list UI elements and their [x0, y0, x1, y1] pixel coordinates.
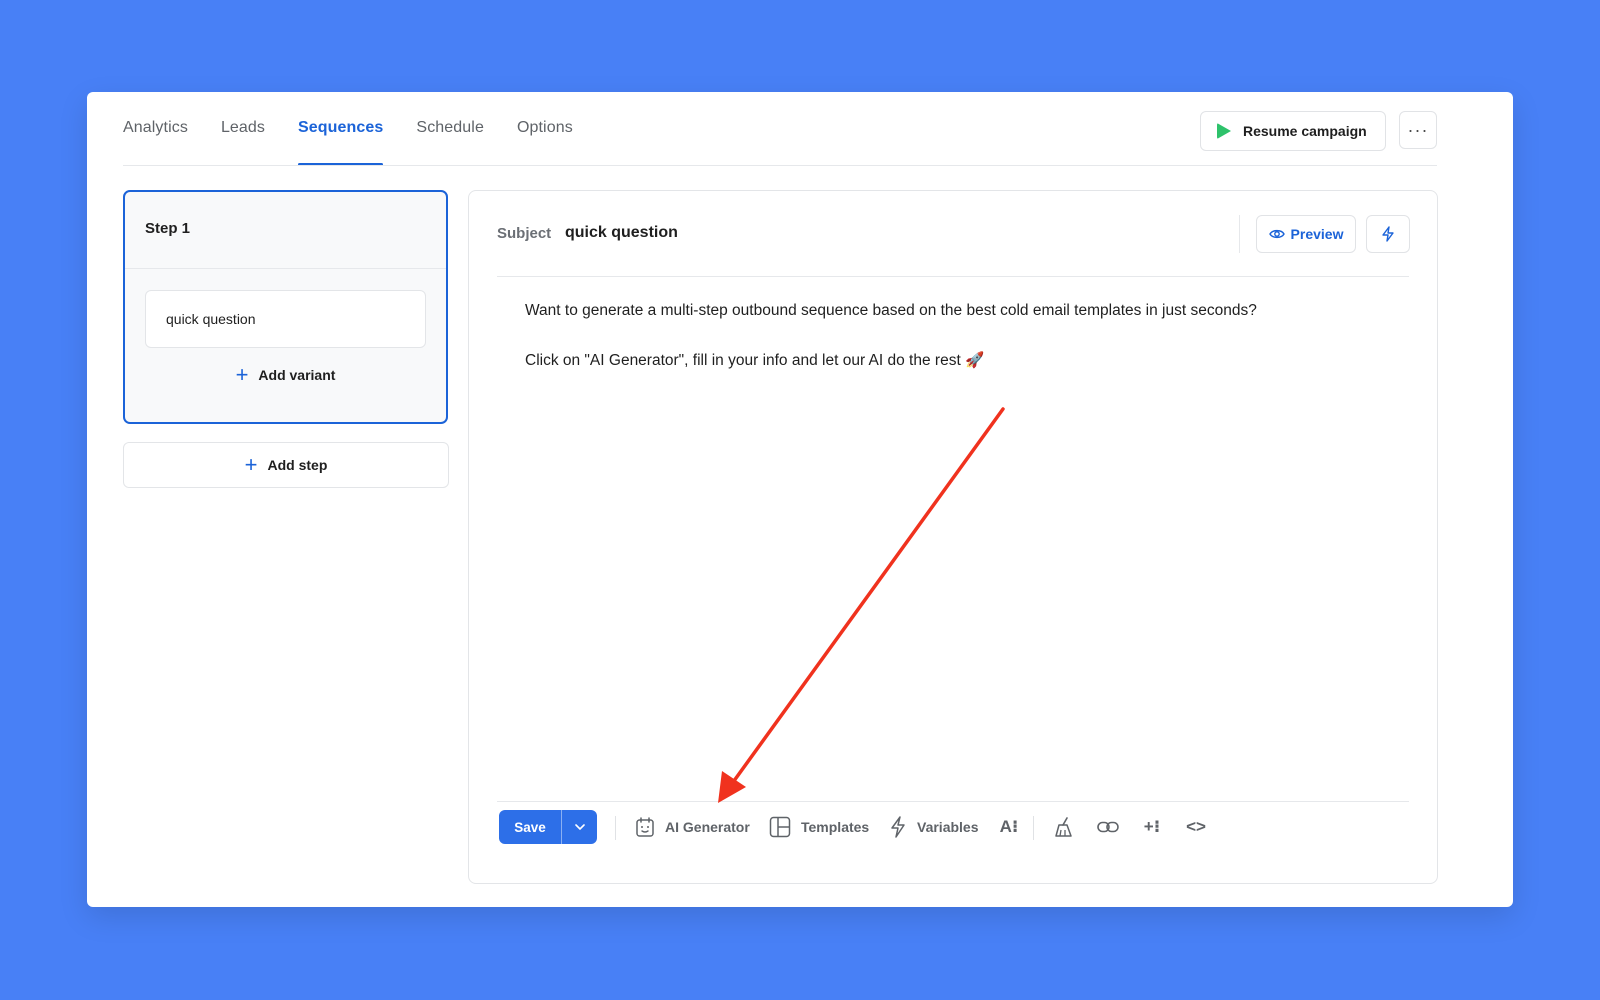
- insert-block-button[interactable]: +⁝: [1138, 813, 1166, 841]
- more-horizontal-icon: ···: [1407, 119, 1429, 140]
- eye-icon: [1268, 229, 1285, 239]
- resume-campaign-button[interactable]: Resume campaign: [1200, 111, 1386, 151]
- email-body-line: Click on "AI Generator", fill in your in…: [525, 352, 985, 370]
- link-icon: [1097, 821, 1119, 833]
- tab-sequences[interactable]: Sequences: [298, 92, 384, 166]
- toolbar-divider: [497, 801, 1409, 802]
- subject-label: Subject: [497, 225, 552, 242]
- save-button-group: Save: [499, 810, 597, 844]
- play-icon: [1217, 123, 1231, 139]
- add-variant-button[interactable]: + Add variant: [125, 364, 446, 386]
- insert-link-button[interactable]: [1094, 813, 1122, 841]
- clear-format-button[interactable]: [1050, 813, 1078, 841]
- chevron-down-icon: [574, 824, 585, 830]
- lightning-icon: [891, 816, 905, 838]
- save-button[interactable]: Save: [499, 810, 561, 844]
- code-icon: <>: [1186, 817, 1206, 836]
- calendar-robot-icon: [636, 817, 654, 837]
- email-body-line: Want to generate a multi-step outbound s…: [525, 302, 1257, 319]
- lightning-button[interactable]: [1366, 215, 1410, 253]
- step-card[interactable]: Step 1 quick question + Add variant: [123, 190, 448, 424]
- toolbar-separator: [1033, 816, 1034, 840]
- add-step-button[interactable]: + Add step: [123, 442, 449, 488]
- plus-icon: +: [244, 452, 258, 477]
- text-format-icon: A⁝: [999, 817, 1019, 836]
- variables-button[interactable]: Variables: [889, 813, 979, 841]
- tab-schedule[interactable]: Schedule: [416, 92, 484, 166]
- ai-generator-button[interactable]: AI Generator: [635, 813, 750, 841]
- tab-leads[interactable]: Leads: [221, 92, 265, 166]
- tab-analytics[interactable]: Analytics: [123, 92, 188, 166]
- text-format-button[interactable]: A⁝: [995, 813, 1023, 841]
- templates-button[interactable]: Templates: [769, 813, 869, 841]
- insert-plus-icon: +⁝: [1143, 817, 1161, 836]
- add-step-label: Add step: [267, 457, 328, 473]
- plus-icon: +: [235, 362, 249, 387]
- subject-divider: [1239, 215, 1240, 253]
- variant-subject-field[interactable]: quick question: [145, 290, 426, 348]
- more-options-button[interactable]: ···: [1399, 111, 1437, 149]
- layout-icon: [769, 816, 791, 838]
- nav-divider: [123, 165, 1437, 166]
- subject-row: Subject quick question Preview: [497, 191, 1410, 277]
- variables-label: Variables: [917, 819, 979, 835]
- preview-button[interactable]: Preview: [1256, 215, 1356, 253]
- subject-input[interactable]: quick question: [565, 224, 678, 242]
- toolbar-separator: [615, 816, 616, 840]
- add-variant-label: Add variant: [258, 367, 336, 383]
- resume-campaign-label: Resume campaign: [1243, 123, 1367, 139]
- email-body[interactable]: Want to generate a multi-step outbound s…: [525, 301, 1397, 401]
- save-dropdown-button[interactable]: [561, 810, 597, 844]
- ai-generator-label: AI Generator: [665, 819, 750, 835]
- step-title: Step 1: [125, 192, 446, 269]
- campaign-tabs: Analytics Leads Sequences Schedule Optio…: [123, 92, 606, 166]
- campaign-card: Analytics Leads Sequences Schedule Optio…: [87, 92, 1513, 907]
- tab-options[interactable]: Options: [517, 92, 573, 166]
- preview-label: Preview: [1290, 226, 1344, 242]
- broom-icon: [1055, 817, 1072, 837]
- lightning-icon: [1382, 226, 1394, 242]
- code-view-button[interactable]: <>: [1182, 813, 1210, 841]
- templates-label: Templates: [801, 819, 870, 835]
- email-editor: Subject quick question Preview Want to g…: [468, 190, 1438, 884]
